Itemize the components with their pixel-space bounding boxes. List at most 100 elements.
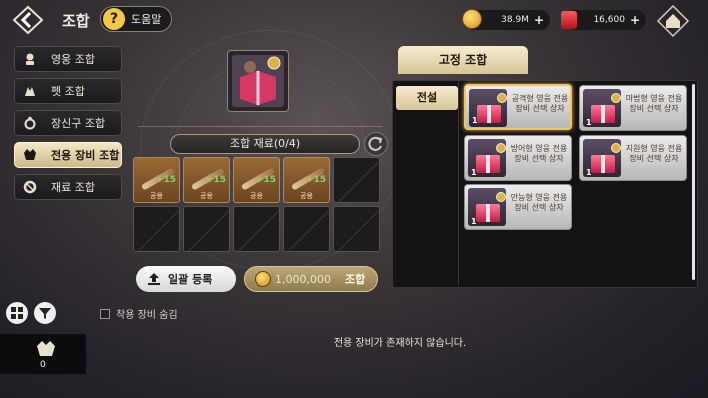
item-tag: 공용 bbox=[300, 192, 313, 200]
hide-equipped-label: 착용 장비 숨김 bbox=[116, 310, 178, 321]
empty-material-slot[interactable] bbox=[233, 206, 280, 252]
grid-icon bbox=[11, 307, 23, 319]
menu-material-combine[interactable]: 재료 조합 bbox=[14, 174, 122, 200]
add-gold-button[interactable]: + bbox=[534, 13, 544, 27]
item-tag: 공용 bbox=[150, 192, 163, 200]
box-name: 마법형 영웅 전용 장비 선택 상자 bbox=[625, 94, 683, 113]
gold-amount: 38.9M bbox=[501, 15, 529, 25]
refresh-button[interactable] bbox=[364, 132, 388, 156]
filter-icon bbox=[39, 308, 51, 319]
box-card-attack[interactable]: 1 공격형 영웅 전용 장비 선택 상자 bbox=[464, 84, 572, 130]
menu-hero-combine[interactable]: 영웅 조합 bbox=[14, 46, 122, 72]
back-arrow-icon bbox=[12, 5, 44, 35]
slot-count: 0 bbox=[40, 360, 46, 370]
home-button[interactable] bbox=[656, 4, 690, 38]
divider bbox=[458, 82, 459, 286]
refresh-icon bbox=[368, 136, 383, 151]
material-slot[interactable]: +15 공용 bbox=[183, 157, 230, 203]
box-card-defense[interactable]: 1 방어형 영웅 전용 장비 선택 상자 bbox=[464, 135, 572, 181]
box-count: 1 bbox=[471, 217, 477, 226]
exclusive-equipment-icon bbox=[37, 341, 55, 356]
bulk-register-button[interactable]: 일괄 등록 bbox=[136, 266, 236, 292]
gem-amount: 16,600 bbox=[593, 15, 625, 25]
equipment-slot-counter: 0 bbox=[0, 334, 86, 374]
divider bbox=[138, 126, 382, 127]
check-icon bbox=[496, 143, 506, 153]
item-tag: 공용 bbox=[200, 192, 213, 200]
materials-grid: +15 공용 +15 공용 +15 공용 +15 공용 bbox=[133, 157, 381, 253]
box-card-support[interactable]: 1 지원형 영웅 전용 장비 선택 상자 bbox=[579, 135, 687, 181]
upgrade-level: +15 bbox=[205, 175, 226, 185]
gift-box-icon bbox=[476, 155, 500, 173]
item-tag: 공용 bbox=[250, 192, 263, 200]
box-count: 1 bbox=[471, 168, 477, 177]
menu-accessory-combine[interactable]: 장신구 조합 bbox=[14, 110, 122, 136]
check-icon bbox=[611, 143, 621, 153]
combine-cost: 1,000,000 bbox=[275, 272, 331, 286]
check-icon bbox=[496, 192, 506, 202]
menu-pet-combine[interactable]: 펫 조합 bbox=[14, 78, 122, 104]
filter-button[interactable] bbox=[34, 302, 56, 324]
pet-icon bbox=[25, 87, 35, 96]
menu-label: 장신구 조합 bbox=[51, 117, 106, 130]
box-name: 공격형 영웅 전용 장비 선택 상자 bbox=[511, 94, 569, 113]
tab-fixed-combination[interactable]: 고정 조합 bbox=[398, 46, 528, 74]
material-slot[interactable]: +15 공용 bbox=[133, 157, 180, 203]
empty-material-slot[interactable] bbox=[183, 206, 230, 252]
hero-icon bbox=[26, 53, 34, 65]
scrollbar[interactable] bbox=[692, 84, 695, 280]
box-name: 지원형 영웅 전용 장비 선택 상자 bbox=[625, 144, 683, 163]
add-gem-button[interactable]: + bbox=[630, 13, 640, 27]
upgrade-level: +15 bbox=[255, 175, 276, 185]
gift-box-icon bbox=[477, 105, 501, 123]
help-label: 도움말 bbox=[131, 13, 162, 26]
home-icon bbox=[656, 4, 690, 38]
check-icon bbox=[611, 93, 621, 103]
box-count: 1 bbox=[472, 116, 478, 125]
hide-equipped-checkbox[interactable] bbox=[100, 308, 110, 319]
combine-button[interactable]: 1,000,000 조합 bbox=[244, 266, 378, 292]
page-title: 조합 bbox=[62, 12, 90, 30]
upload-icon bbox=[148, 273, 160, 285]
upgrade-level: +15 bbox=[155, 175, 176, 185]
question-icon: ? bbox=[103, 8, 125, 30]
gold-coin-icon bbox=[462, 9, 482, 29]
gold-coin-icon bbox=[255, 271, 271, 287]
help-button[interactable]: ? 도움말 bbox=[100, 6, 172, 32]
back-button[interactable] bbox=[10, 4, 46, 36]
check-icon bbox=[497, 93, 507, 103]
menu-label: 영웅 조합 bbox=[51, 53, 95, 66]
gift-box-icon bbox=[591, 155, 615, 173]
menu-label: 재료 조합 bbox=[51, 181, 95, 194]
gem-currency: 16,600 + bbox=[561, 10, 646, 30]
materials-header: 조합 재료(0/4) bbox=[170, 134, 360, 154]
empty-material-slot[interactable] bbox=[133, 206, 180, 252]
box-name: 방어형 영웅 전용 장비 선택 상자 bbox=[510, 144, 568, 163]
hide-equipped-toggle[interactable]: 착용 장비 숨김 bbox=[100, 306, 178, 321]
menu-label: 전용 장비 조합 bbox=[51, 149, 120, 162]
empty-material-slot[interactable] bbox=[283, 206, 330, 252]
grid-view-button[interactable] bbox=[6, 302, 28, 324]
box-count: 1 bbox=[586, 118, 592, 127]
upgrade-level: +15 bbox=[305, 175, 326, 185]
combine-label: 조합 bbox=[344, 273, 366, 286]
bulk-register-label: 일괄 등록 bbox=[168, 273, 213, 286]
material-slot[interactable]: +15 공용 bbox=[233, 157, 280, 203]
gift-box-icon bbox=[591, 105, 615, 123]
menu-exclusive-equipment-combine[interactable]: 전용 장비 조합 bbox=[14, 142, 122, 168]
material-slot[interactable]: +15 공용 bbox=[283, 157, 330, 203]
box-count: 1 bbox=[586, 168, 592, 177]
box-name: 만능형 영웅 전용 장비 선택 상자 bbox=[510, 193, 568, 212]
empty-message: 전용 장비가 존재하지 않습니다. bbox=[333, 338, 467, 349]
box-card-magic[interactable]: 1 마법형 영웅 전용 장비 선택 상자 bbox=[579, 85, 687, 131]
selection-box-icon bbox=[232, 55, 284, 107]
empty-material-slot[interactable] bbox=[333, 157, 380, 203]
tab-legendary[interactable]: 전설 bbox=[396, 86, 458, 110]
material-icon bbox=[23, 180, 37, 194]
ring-icon bbox=[24, 116, 36, 130]
result-item-slot[interactable] bbox=[227, 50, 289, 112]
gold-currency: 38.9M + bbox=[462, 9, 550, 30]
gift-box-icon bbox=[476, 204, 500, 222]
box-card-allround[interactable]: 1 만능형 영웅 전용 장비 선택 상자 bbox=[464, 184, 572, 230]
empty-material-slot[interactable] bbox=[333, 206, 380, 252]
